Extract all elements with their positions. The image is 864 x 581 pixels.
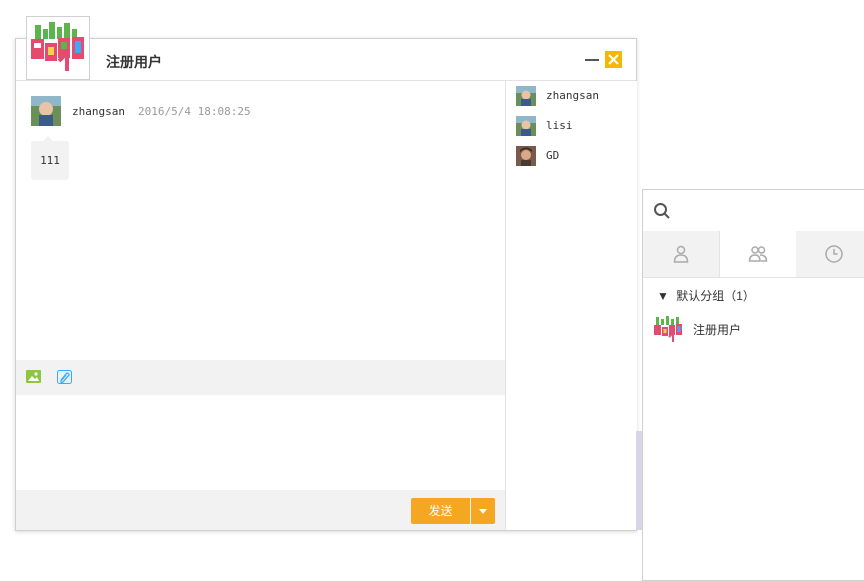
search-icon[interactable] <box>653 202 671 220</box>
member-item[interactable]: lisi <box>516 116 631 136</box>
send-button[interactable]: 发送 <box>411 498 470 524</box>
person-icon <box>673 245 689 263</box>
message-bubble: 111 <box>31 136 69 180</box>
chat-title: 注册用户 <box>106 54 162 70</box>
message-timestamp: 2016/5/4 18:08:25 <box>138 105 251 118</box>
contacts-panel: ▼ 默认分组（1） 注册用户 <box>642 189 864 581</box>
message-input[interactable] <box>16 395 505 490</box>
clock-icon <box>825 245 843 263</box>
member-name: lisi <box>546 119 573 132</box>
send-options-dropdown[interactable] <box>471 498 495 524</box>
search-input[interactable] <box>679 199 863 223</box>
member-item[interactable]: GD <box>516 146 631 166</box>
group-label: 默认分组（1） <box>676 289 755 303</box>
chat-window: 注册用户 zhangsan 2016/5/4 18:08:25 111 发送 z… <box>15 38 637 531</box>
group-header[interactable]: ▼ 默认分组（1） <box>657 287 755 304</box>
chat-footer: 发送 <box>16 490 505 530</box>
member-name: GD <box>546 149 560 162</box>
group-icon <box>748 246 768 262</box>
tab-groups[interactable] <box>719 231 797 277</box>
close-button[interactable] <box>605 51 622 68</box>
avatar[interactable] <box>31 96 61 126</box>
tab-contacts[interactable] <box>643 231 719 277</box>
search-bar <box>643 190 864 232</box>
panel-tabs <box>643 231 864 278</box>
member-item[interactable]: zhangsan <box>516 86 631 106</box>
image-icon[interactable] <box>26 370 41 383</box>
avatar <box>516 146 536 166</box>
tab-recent[interactable] <box>796 231 864 277</box>
member-list: zhangsan lisi GD <box>505 81 637 530</box>
group-avatar <box>654 316 682 342</box>
message-area[interactable]: zhangsan 2016/5/4 18:08:25 111 <box>16 81 505 359</box>
member-name: zhangsan <box>546 89 599 102</box>
group-list-item[interactable]: 注册用户 <box>653 315 853 343</box>
avatar <box>516 116 536 136</box>
avatar <box>516 86 536 106</box>
chat-titlebar[interactable]: 注册用户 <box>16 39 636 81</box>
collapse-arrow-icon: ▼ <box>657 289 669 303</box>
group-avatar[interactable] <box>26 16 90 80</box>
close-icon <box>608 54 619 65</box>
message-username: zhangsan <box>72 105 125 118</box>
group-name: 注册用户 <box>693 323 742 337</box>
input-toolbar <box>16 360 505 395</box>
minimize-button[interactable] <box>584 51 600 67</box>
paperclip-icon[interactable] <box>57 370 72 384</box>
